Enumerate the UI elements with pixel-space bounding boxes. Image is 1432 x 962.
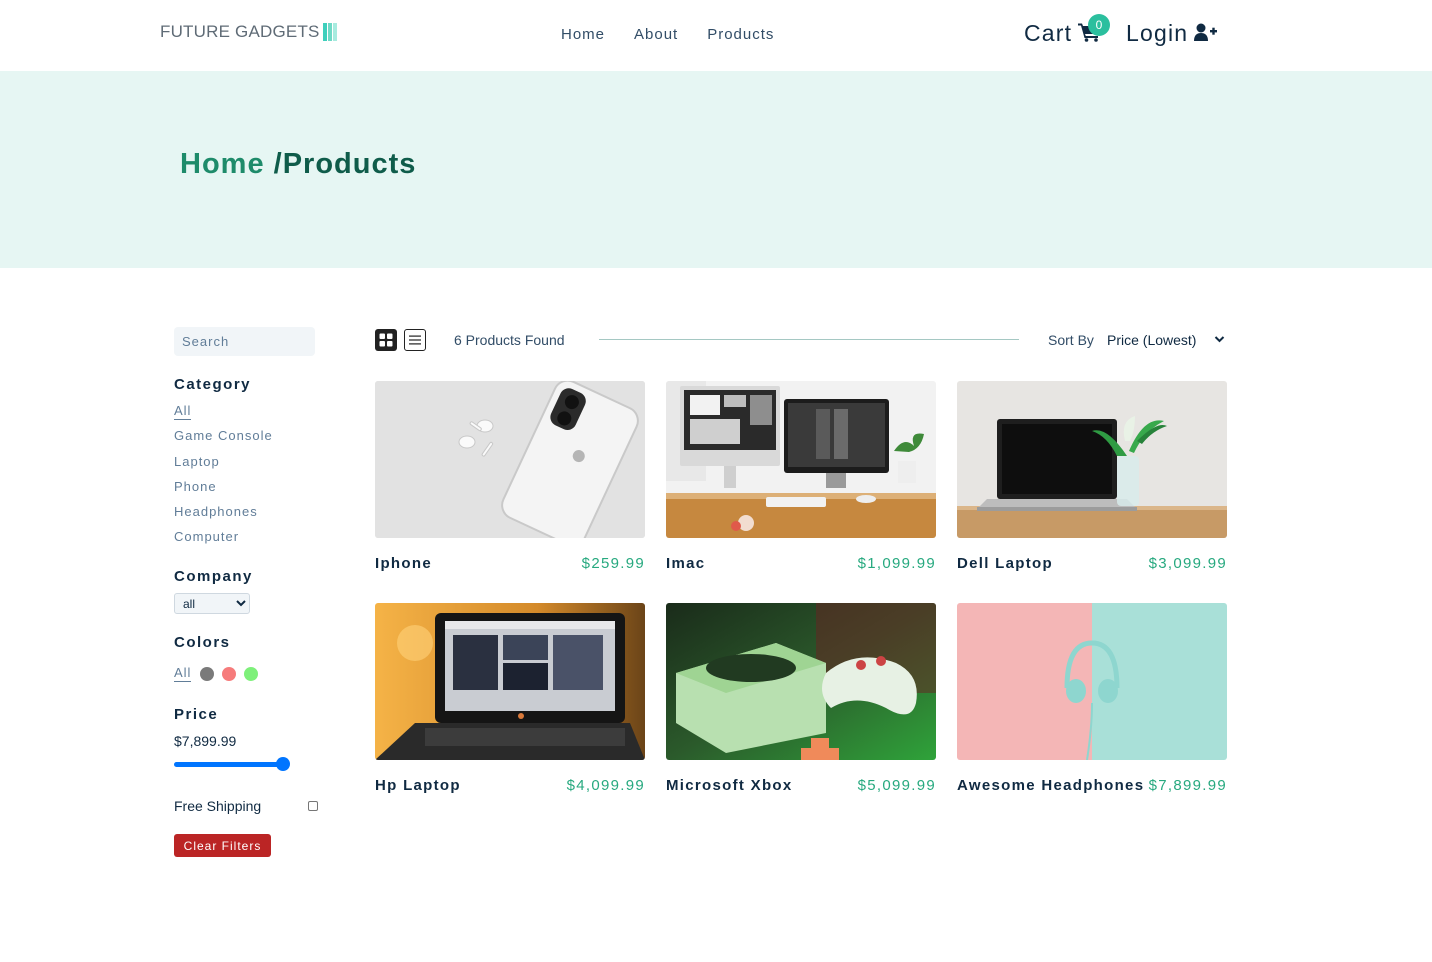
product-image-dell-laptop[interactable] [957,381,1227,538]
colors-heading: Colors [174,634,231,651]
product-name: Hp Laptop [375,777,461,794]
sort-label: Sort By [1048,332,1094,348]
main-nav: Home About Products [561,26,774,43]
color-swatch-green[interactable] [244,666,259,681]
product-card[interactable]: Hp Laptop $4,099.99 [375,603,645,794]
product-footer: Dell Laptop $3,099.99 [957,555,1227,572]
sort-select[interactable]: Price (Lowest) [1107,332,1225,348]
nav-link-home[interactable]: Home [561,26,605,43]
product-name: Dell Laptop [957,555,1053,572]
logo-bars-icon [322,23,337,41]
login-button[interactable]: Login [1126,20,1218,47]
page-hero: Home /Products [0,71,1432,268]
breadcrumb: Home /Products [180,148,416,181]
products-found-count: 6 Products Found [454,332,565,348]
color-swatch-gray[interactable] [200,666,215,681]
category-item-headphones[interactable]: Headphones [174,504,273,529]
free-shipping-checkbox[interactable] [308,801,318,811]
category-item-game-console[interactable]: Game Console [174,428,273,453]
login-label: Login [1126,20,1189,46]
product-image-microsoft-xbox[interactable] [666,603,936,760]
product-name: Microsoft Xbox [666,777,793,794]
grid-view-button[interactable] [375,329,397,351]
filters-sidebar: Category All Game Console Laptop Phone H… [174,327,334,857]
product-price: $1,099.99 [857,555,936,572]
product-footer: Imac $1,099.99 [666,555,936,572]
grid-view-icon [379,333,393,347]
product-card[interactable]: Dell Laptop $3,099.99 [957,381,1227,572]
product-card[interactable]: Awesome Headphones $7,899.99 [957,603,1227,794]
product-footer: Hp Laptop $4,099.99 [375,777,645,794]
category-item-all[interactable]: All [174,403,273,428]
product-name: Imac [666,555,706,572]
price-value: $7,899.99 [174,733,237,749]
category-heading: Category [174,376,252,393]
cart-count-badge: 0 [1088,14,1110,36]
product-price: $4,099.99 [566,777,645,794]
sort-divider [599,339,1019,340]
sort-bar: 6 Products Found Sort By Price (Lowest) [375,328,1227,352]
user-plus-icon [1194,23,1218,46]
breadcrumb-current: /Products [273,148,417,180]
company-heading: Company [174,568,253,585]
nav-link-about[interactable]: About [634,26,678,43]
product-image-awesome-headphones[interactable] [957,603,1227,760]
product-image-iphone[interactable] [375,381,645,538]
product-price: $5,099.99 [857,777,936,794]
product-image-imac[interactable] [666,381,936,538]
company-select[interactable]: all [174,593,250,614]
category-item-computer[interactable]: Computer [174,529,273,554]
product-name: Iphone [375,555,432,572]
price-heading: Price [174,706,219,723]
product-card[interactable]: Iphone $259.99 [375,381,645,572]
price-slider-track [174,762,286,767]
list-view-button[interactable] [404,329,426,351]
breadcrumb-home-link[interactable]: Home [180,148,265,180]
navbar: FUTURE GADGETS Home About Products Cart … [0,0,1432,71]
category-item-laptop[interactable]: Laptop [174,454,273,479]
product-card[interactable]: Microsoft Xbox $5,099.99 [666,603,936,794]
category-list: All Game Console Laptop Phone Headphones… [174,403,273,555]
color-all-button[interactable]: All [174,665,192,682]
product-price: $7,899.99 [1148,777,1227,794]
product-price: $3,099.99 [1148,555,1227,572]
search-input[interactable] [174,327,315,356]
price-slider-thumb[interactable] [276,757,290,771]
category-item-phone[interactable]: Phone [174,479,273,504]
product-price: $259.99 [581,555,645,572]
chevron-down-icon [1214,331,1225,350]
product-card[interactable]: Imac $1,099.99 [666,381,936,572]
sort-selected-value: Price (Lowest) [1107,332,1197,348]
logo-text: FUTURE GADGETS [160,22,320,41]
color-swatch-red[interactable] [222,666,237,681]
free-shipping-label: Free Shipping [174,798,262,814]
cart-label: Cart [1024,20,1073,46]
list-view-icon [409,335,421,345]
product-footer: Awesome Headphones $7,899.99 [957,777,1227,794]
product-footer: Microsoft Xbox $5,099.99 [666,777,936,794]
free-shipping-row: Free Shipping [174,798,318,814]
clear-filters-button[interactable]: Clear Filters [174,834,271,857]
nav-link-products[interactable]: Products [707,26,774,43]
colors-row: All [174,665,259,682]
product-name: Awesome Headphones [957,777,1145,794]
logo[interactable]: FUTURE GADGETS [160,22,337,42]
product-footer: Iphone $259.99 [375,555,645,572]
product-image-hp-laptop[interactable] [375,603,645,760]
